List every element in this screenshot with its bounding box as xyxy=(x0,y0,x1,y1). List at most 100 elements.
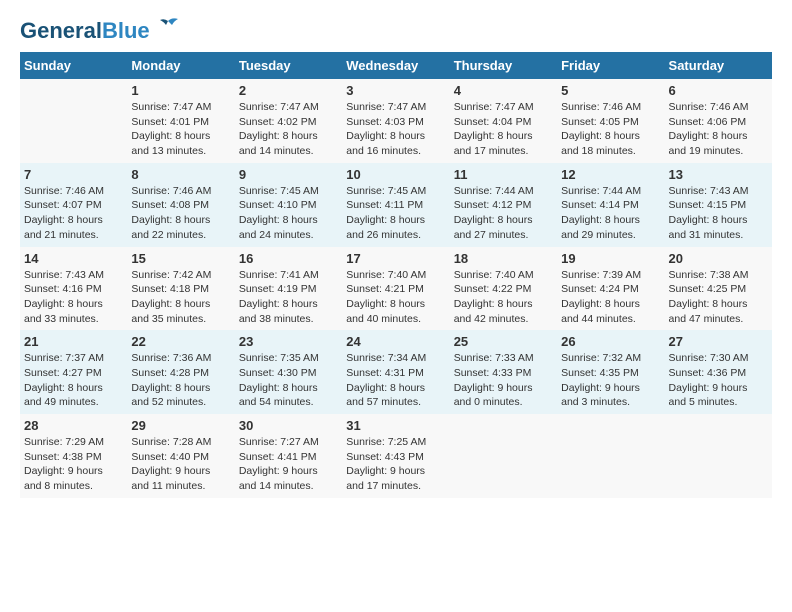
day-info: Sunrise: 7:41 AMSunset: 4:19 PMDaylight:… xyxy=(239,268,338,327)
day-info: Sunrise: 7:47 AMSunset: 4:03 PMDaylight:… xyxy=(346,100,445,159)
day-number: 7 xyxy=(24,167,123,182)
day-info: Sunrise: 7:47 AMSunset: 4:04 PMDaylight:… xyxy=(454,100,553,159)
calendar-cell: 25 Sunrise: 7:33 AMSunset: 4:33 PMDayligh… xyxy=(450,330,557,414)
day-number: 20 xyxy=(669,251,768,266)
calendar-table: SundayMondayTuesdayWednesdayThursdayFrid… xyxy=(20,52,772,498)
day-info: Sunrise: 7:43 AMSunset: 4:16 PMDaylight:… xyxy=(24,268,123,327)
day-number: 12 xyxy=(561,167,660,182)
weekday-header-row: SundayMondayTuesdayWednesdayThursdayFrid… xyxy=(20,52,772,79)
day-info: Sunrise: 7:46 AMSunset: 4:07 PMDaylight:… xyxy=(24,184,123,243)
day-number: 23 xyxy=(239,334,338,349)
calendar-cell: 8 Sunrise: 7:46 AMSunset: 4:08 PMDaylight… xyxy=(127,163,234,247)
calendar-cell: 16 Sunrise: 7:41 AMSunset: 4:19 PMDayligh… xyxy=(235,247,342,331)
day-number: 9 xyxy=(239,167,338,182)
calendar-cell: 18 Sunrise: 7:40 AMSunset: 4:22 PMDayligh… xyxy=(450,247,557,331)
day-info: Sunrise: 7:37 AMSunset: 4:27 PMDaylight:… xyxy=(24,351,123,410)
calendar-cell: 21 Sunrise: 7:37 AMSunset: 4:27 PMDayligh… xyxy=(20,330,127,414)
day-info: Sunrise: 7:44 AMSunset: 4:14 PMDaylight:… xyxy=(561,184,660,243)
calendar-cell: 24 Sunrise: 7:34 AMSunset: 4:31 PMDayligh… xyxy=(342,330,449,414)
calendar-cell xyxy=(450,414,557,498)
calendar-cell: 20 Sunrise: 7:38 AMSunset: 4:25 PMDayligh… xyxy=(665,247,772,331)
day-number: 4 xyxy=(454,83,553,98)
day-number: 22 xyxy=(131,334,230,349)
calendar-cell xyxy=(665,414,772,498)
day-number: 26 xyxy=(561,334,660,349)
calendar-cell: 3 Sunrise: 7:47 AMSunset: 4:03 PMDaylight… xyxy=(342,79,449,163)
day-number: 31 xyxy=(346,418,445,433)
day-number: 13 xyxy=(669,167,768,182)
week-row-3: 14 Sunrise: 7:43 AMSunset: 4:16 PMDayligh… xyxy=(20,247,772,331)
day-info: Sunrise: 7:38 AMSunset: 4:25 PMDaylight:… xyxy=(669,268,768,327)
day-info: Sunrise: 7:30 AMSunset: 4:36 PMDaylight:… xyxy=(669,351,768,410)
calendar-cell xyxy=(557,414,664,498)
day-info: Sunrise: 7:28 AMSunset: 4:40 PMDaylight:… xyxy=(131,435,230,494)
weekday-header-saturday: Saturday xyxy=(665,52,772,79)
day-number: 21 xyxy=(24,334,123,349)
weekday-header-sunday: Sunday xyxy=(20,52,127,79)
day-number: 14 xyxy=(24,251,123,266)
day-info: Sunrise: 7:25 AMSunset: 4:43 PMDaylight:… xyxy=(346,435,445,494)
logo: GeneralBlue xyxy=(20,20,182,42)
week-row-1: 1Sunrise: 7:47 AMSunset: 4:01 PMDaylight… xyxy=(20,79,772,163)
calendar-cell: 4 Sunrise: 7:47 AMSunset: 4:04 PMDaylight… xyxy=(450,79,557,163)
day-info: Sunrise: 7:32 AMSunset: 4:35 PMDaylight:… xyxy=(561,351,660,410)
day-number: 5 xyxy=(561,83,660,98)
calendar-cell: 19Sunrise: 7:39 AMSunset: 4:24 PMDayligh… xyxy=(557,247,664,331)
day-info: Sunrise: 7:33 AMSunset: 4:33 PMDaylight:… xyxy=(454,351,553,410)
day-info: Sunrise: 7:40 AMSunset: 4:21 PMDaylight:… xyxy=(346,268,445,327)
day-number: 3 xyxy=(346,83,445,98)
calendar-cell: 29Sunrise: 7:28 AMSunset: 4:40 PMDayligh… xyxy=(127,414,234,498)
day-number: 2 xyxy=(239,83,338,98)
day-number: 15 xyxy=(131,251,230,266)
calendar-cell: 23 Sunrise: 7:35 AMSunset: 4:30 PMDayligh… xyxy=(235,330,342,414)
logo-text: GeneralBlue xyxy=(20,20,150,42)
day-number: 16 xyxy=(239,251,338,266)
day-number: 27 xyxy=(669,334,768,349)
day-number: 6 xyxy=(669,83,768,98)
weekday-header-thursday: Thursday xyxy=(450,52,557,79)
day-info: Sunrise: 7:43 AMSunset: 4:15 PMDaylight:… xyxy=(669,184,768,243)
day-info: Sunrise: 7:34 AMSunset: 4:31 PMDaylight:… xyxy=(346,351,445,410)
week-row-2: 7 Sunrise: 7:46 AMSunset: 4:07 PMDaylight… xyxy=(20,163,772,247)
weekday-header-wednesday: Wednesday xyxy=(342,52,449,79)
calendar-cell: 2Sunrise: 7:47 AMSunset: 4:02 PMDaylight… xyxy=(235,79,342,163)
day-number: 11 xyxy=(454,167,553,182)
day-info: Sunrise: 7:40 AMSunset: 4:22 PMDaylight:… xyxy=(454,268,553,327)
week-row-5: 28 Sunrise: 7:29 AMSunset: 4:38 PMDayligh… xyxy=(20,414,772,498)
day-info: Sunrise: 7:46 AMSunset: 4:06 PMDaylight:… xyxy=(669,100,768,159)
calendar-cell: 17 Sunrise: 7:40 AMSunset: 4:21 PMDayligh… xyxy=(342,247,449,331)
calendar-cell: 1Sunrise: 7:47 AMSunset: 4:01 PMDaylight… xyxy=(127,79,234,163)
day-info: Sunrise: 7:29 AMSunset: 4:38 PMDaylight:… xyxy=(24,435,123,494)
calendar-cell: 22 Sunrise: 7:36 AMSunset: 4:28 PMDayligh… xyxy=(127,330,234,414)
day-info: Sunrise: 7:46 AMSunset: 4:05 PMDaylight:… xyxy=(561,100,660,159)
day-number: 25 xyxy=(454,334,553,349)
calendar-cell: 28 Sunrise: 7:29 AMSunset: 4:38 PMDayligh… xyxy=(20,414,127,498)
calendar-cell: 6 Sunrise: 7:46 AMSunset: 4:06 PMDaylight… xyxy=(665,79,772,163)
day-info: Sunrise: 7:42 AMSunset: 4:18 PMDaylight:… xyxy=(131,268,230,327)
calendar-cell: 27 Sunrise: 7:30 AMSunset: 4:36 PMDayligh… xyxy=(665,330,772,414)
day-info: Sunrise: 7:36 AMSunset: 4:28 PMDaylight:… xyxy=(131,351,230,410)
calendar-cell: 14 Sunrise: 7:43 AMSunset: 4:16 PMDayligh… xyxy=(20,247,127,331)
calendar-cell: 31 Sunrise: 7:25 AMSunset: 4:43 PMDayligh… xyxy=(342,414,449,498)
day-number: 28 xyxy=(24,418,123,433)
page-header: GeneralBlue xyxy=(20,20,772,42)
day-number: 8 xyxy=(131,167,230,182)
calendar-cell: 9Sunrise: 7:45 AMSunset: 4:10 PMDaylight… xyxy=(235,163,342,247)
weekday-header-monday: Monday xyxy=(127,52,234,79)
day-info: Sunrise: 7:27 AMSunset: 4:41 PMDaylight:… xyxy=(239,435,338,494)
calendar-cell: 12 Sunrise: 7:44 AMSunset: 4:14 PMDayligh… xyxy=(557,163,664,247)
calendar-cell: 10Sunrise: 7:45 AMSunset: 4:11 PMDayligh… xyxy=(342,163,449,247)
day-info: Sunrise: 7:39 AMSunset: 4:24 PMDaylight:… xyxy=(561,268,660,327)
day-number: 18 xyxy=(454,251,553,266)
day-number: 17 xyxy=(346,251,445,266)
day-number: 24 xyxy=(346,334,445,349)
day-info: Sunrise: 7:46 AMSunset: 4:08 PMDaylight:… xyxy=(131,184,230,243)
day-number: 1 xyxy=(131,83,230,98)
day-info: Sunrise: 7:35 AMSunset: 4:30 PMDaylight:… xyxy=(239,351,338,410)
weekday-header-friday: Friday xyxy=(557,52,664,79)
calendar-cell: 7 Sunrise: 7:46 AMSunset: 4:07 PMDaylight… xyxy=(20,163,127,247)
calendar-cell xyxy=(20,79,127,163)
calendar-cell: 13 Sunrise: 7:43 AMSunset: 4:15 PMDayligh… xyxy=(665,163,772,247)
weekday-header-tuesday: Tuesday xyxy=(235,52,342,79)
logo-bird-icon xyxy=(154,13,182,41)
